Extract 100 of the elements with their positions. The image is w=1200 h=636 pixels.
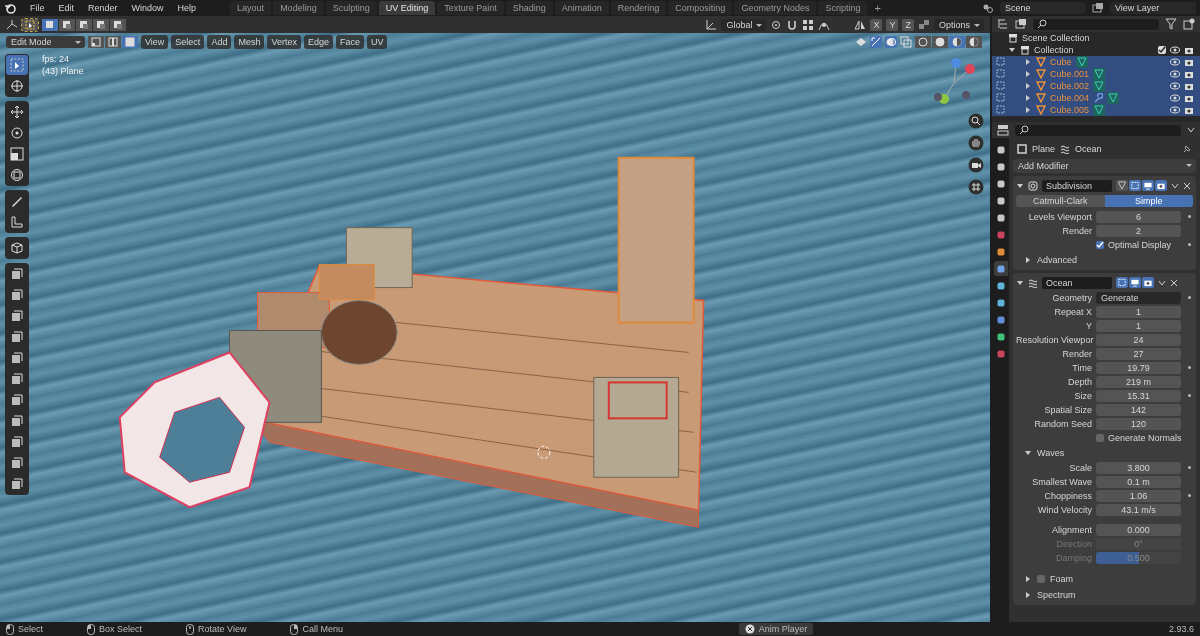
chevron-down-icon[interactable]	[1187, 126, 1195, 134]
viewport-menu[interactable]: Select	[171, 35, 205, 49]
hand-icon[interactable]	[968, 135, 984, 151]
camera-toggle-icon[interactable]	[1155, 180, 1167, 191]
number-field[interactable]: 0.1 m	[1096, 475, 1181, 488]
keyframe-dot-icon[interactable]	[1187, 366, 1191, 369]
monitor-toggle-icon[interactable]	[1129, 277, 1141, 288]
number-field[interactable]: 120	[1096, 417, 1181, 430]
mirror-icon[interactable]	[854, 18, 867, 31]
disclosure-triangle-icon[interactable]	[1024, 574, 1032, 583]
close-icon[interactable]	[1183, 181, 1191, 190]
selection-mode-button[interactable]	[110, 18, 126, 31]
shading-mode-button[interactable]	[949, 36, 965, 48]
workspace-tab[interactable]: Animation	[554, 1, 609, 15]
camera-toggle-icon[interactable]	[1142, 277, 1154, 288]
viewport-menu[interactable]: Add	[207, 35, 232, 49]
outliner-row[interactable]: Cube.005	[992, 104, 1200, 116]
chevron-down-icon[interactable]	[1171, 181, 1179, 190]
disclosure-triangle-icon[interactable]	[1024, 590, 1032, 599]
subpanel-title[interactable]: Advanced	[1037, 254, 1078, 265]
menu-item[interactable]: Help	[173, 3, 201, 13]
axis-toggle[interactable]: Z	[902, 18, 914, 31]
view-layer-icon[interactable]	[1092, 2, 1104, 14]
editor-type-icon[interactable]	[997, 124, 1009, 136]
subpanel-title[interactable]: Waves	[1037, 447, 1065, 458]
xray-icon[interactable]	[900, 36, 912, 48]
monitor-toggle-icon[interactable]	[1142, 180, 1154, 191]
viewport-menu[interactable]: Edge	[303, 35, 333, 49]
pivot-point-icon[interactable]	[770, 18, 783, 31]
selection-mode-button[interactable]	[93, 18, 109, 31]
number-field[interactable]: 19.79	[1096, 361, 1181, 374]
grid-icon[interactable]	[968, 179, 984, 195]
checkbox[interactable]	[1096, 240, 1104, 249]
shading-mode-button[interactable]	[915, 36, 931, 48]
chevron-down-icon[interactable]	[1158, 278, 1166, 287]
workspace-tab[interactable]: Rendering	[610, 1, 667, 15]
axis-toggle[interactable]: Y	[886, 18, 899, 31]
select-box-button[interactable]	[22, 18, 38, 31]
viewport-menu[interactable]: Mesh	[234, 35, 265, 49]
eye-icon[interactable]	[1170, 93, 1180, 103]
viewport-menu[interactable]: Vertex	[267, 35, 301, 49]
properties-tab[interactable]	[993, 261, 1008, 276]
workspace-tab[interactable]: Compositing	[668, 1, 733, 15]
eye-icon[interactable]	[1170, 69, 1180, 79]
edit-mode-toggle-icon[interactable]	[1116, 277, 1128, 288]
keyframe-dot-icon[interactable]	[1187, 215, 1191, 218]
mesh-select-mode-button[interactable]	[122, 36, 138, 48]
pin-icon[interactable]	[1182, 143, 1192, 154]
cage-toggle-icon[interactable]	[1116, 180, 1128, 191]
outliner-item[interactable]: Collection	[1034, 45, 1074, 55]
disclosure-triangle-icon[interactable]	[1016, 278, 1024, 287]
keyframe-dot-icon[interactable]	[1187, 243, 1191, 246]
menu-item[interactable]: Window	[127, 3, 168, 13]
menu-item[interactable]: Edit	[54, 3, 79, 13]
subpanel-title[interactable]: Foam	[1050, 573, 1073, 584]
number-field[interactable]: 15.31	[1096, 389, 1181, 402]
options-dropdown[interactable]: Options	[933, 18, 984, 31]
subpanel-title[interactable]: Spectrum	[1037, 589, 1076, 600]
workspace-tab[interactable]: Modeling	[273, 1, 324, 15]
tool-button[interactable]	[6, 55, 28, 75]
exclude-checkbox[interactable]	[1158, 46, 1166, 54]
selection-mode-button[interactable]	[76, 18, 92, 31]
auto-merge-icon[interactable]	[917, 18, 930, 31]
scene-icon[interactable]	[982, 2, 994, 14]
workspace-tab[interactable]: Geometry Nodes	[734, 1, 817, 15]
orientation-dropdown[interactable]: Global	[721, 18, 767, 31]
camera-icon[interactable]	[1184, 45, 1194, 55]
number-field[interactable]: 43.1 m/s	[1096, 503, 1181, 516]
disclosure-triangle-icon[interactable]	[1024, 448, 1032, 457]
zoom-icon[interactable]	[968, 113, 984, 129]
outliner-row[interactable]: Cube.002	[992, 80, 1200, 92]
camera-icon[interactable]	[1184, 81, 1194, 91]
workspace-tab[interactable]: UV Editing	[378, 1, 436, 15]
filter-icon[interactable]	[1165, 18, 1177, 30]
mode-dropdown[interactable]: Edit Mode	[6, 36, 85, 48]
number-field[interactable]: 0.000	[1096, 523, 1181, 536]
menu-item[interactable]: Render	[84, 3, 122, 13]
search-field[interactable]	[1015, 124, 1181, 136]
workspace-tab[interactable]: Sculpting	[325, 1, 377, 15]
geometry-dropdown[interactable]: Generate	[1096, 291, 1181, 304]
number-field[interactable]: 1	[1096, 319, 1181, 332]
keyframe-dot-icon[interactable]	[1187, 466, 1191, 469]
shading-mode-button[interactable]	[932, 36, 948, 48]
number-field[interactable]: 6	[1096, 210, 1181, 223]
orientation-icon[interactable]	[705, 18, 718, 31]
view-layer-field[interactable]: View Layer	[1110, 2, 1196, 14]
camera-icon[interactable]	[1184, 105, 1194, 115]
workspace-tab[interactable]: Texture Paint	[437, 1, 504, 15]
modifier-name-field[interactable]: Subdivision	[1042, 179, 1112, 192]
outliner-row[interactable]: Cube.001	[992, 68, 1200, 80]
logo-icon[interactable]	[4, 2, 16, 14]
selection-mode-button[interactable]	[42, 18, 58, 31]
checkbox[interactable]	[1096, 433, 1104, 442]
close-icon[interactable]	[1170, 278, 1178, 287]
eye-icon[interactable]	[1170, 45, 1180, 55]
number-field[interactable]: 27	[1096, 347, 1181, 360]
keyframe-dot-icon[interactable]	[1187, 394, 1191, 397]
eye-icon[interactable]	[1170, 81, 1180, 91]
add-workspace-button[interactable]: +	[869, 1, 886, 15]
modifier-name-field[interactable]: Ocean	[1042, 276, 1112, 289]
